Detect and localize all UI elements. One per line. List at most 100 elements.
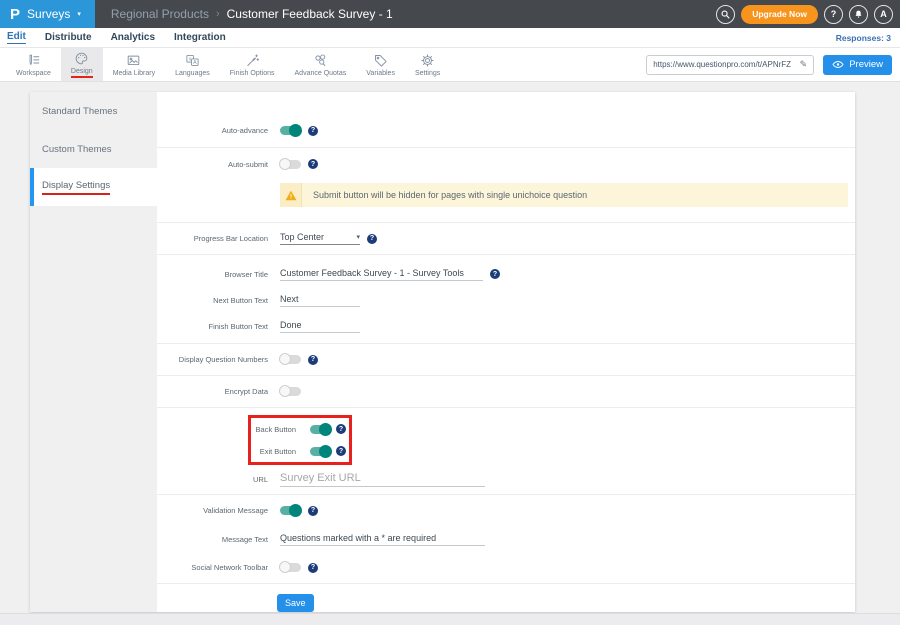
- tab-variables[interactable]: Variables: [356, 48, 405, 81]
- help-icon[interactable]: ?: [308, 355, 318, 365]
- social-network-toolbar-row: Social Network Toolbar ?: [157, 552, 855, 583]
- media-library-icon: [126, 53, 141, 68]
- tab-languages[interactable]: xA Languages: [165, 48, 220, 81]
- browser-title-input[interactable]: [280, 268, 483, 281]
- advance-quotas-icon: [313, 53, 328, 68]
- help-icon[interactable]: ?: [490, 269, 500, 279]
- help-icon[interactable]: ?: [367, 234, 377, 244]
- surveys-menu[interactable]: P Surveys ▾: [0, 0, 95, 28]
- help-icon[interactable]: ?: [308, 563, 318, 573]
- help-menu-button[interactable]: ?: [824, 5, 843, 24]
- preview-button[interactable]: Preview: [823, 55, 892, 75]
- sidebar-item-display-settings[interactable]: Display Settings: [30, 168, 157, 206]
- help-icon[interactable]: ?: [308, 159, 318, 169]
- finish-button-text-label: Finish Button Text: [157, 322, 268, 331]
- social-network-toolbar-label: Social Network Toolbar: [157, 563, 268, 572]
- exit-button-toggle[interactable]: [310, 447, 331, 456]
- top-bar: P Surveys ▾ Regional Products › Customer…: [0, 0, 900, 28]
- exit-url-input[interactable]: [280, 472, 485, 487]
- encrypt-data-row: Encrypt Data: [157, 376, 855, 407]
- sidebar-item-standard-themes[interactable]: Standard Themes: [30, 92, 157, 130]
- help-icon[interactable]: ?: [308, 126, 318, 136]
- settings-icon: [420, 53, 435, 68]
- toggle-knob: [319, 423, 332, 436]
- next-button-text-input[interactable]: [280, 294, 360, 307]
- bell-icon: [853, 9, 864, 20]
- back-button-toggle[interactable]: [310, 425, 331, 434]
- tab-design[interactable]: Design: [61, 48, 103, 81]
- search-icon: [720, 9, 731, 20]
- message-text-input[interactable]: [280, 533, 485, 546]
- help-icon[interactable]: ?: [336, 446, 346, 456]
- eye-icon: [832, 60, 844, 69]
- toggle-knob: [279, 353, 291, 365]
- back-button-label: Back Button: [251, 425, 296, 434]
- survey-url[interactable]: https://www.questionpro.com/t/APNrFZ: [653, 60, 794, 69]
- edit-url-icon[interactable]: ✎: [800, 59, 808, 70]
- tab-analytics[interactable]: Analytics: [111, 32, 155, 43]
- finish-button-text-row: Finish Button Text: [157, 313, 855, 339]
- sidebar-item-custom-themes[interactable]: Custom Themes: [30, 130, 157, 168]
- tab-workspace[interactable]: Workspace: [6, 48, 61, 81]
- message-text-label: Message Text: [157, 535, 268, 544]
- message-text-row: Message Text: [157, 526, 855, 552]
- design-icon: [74, 51, 89, 66]
- tab-edit[interactable]: Edit: [7, 31, 26, 44]
- save-button[interactable]: Save: [277, 594, 314, 612]
- browser-title-label: Browser Title: [157, 270, 268, 279]
- avatar[interactable]: A: [874, 5, 893, 24]
- chevron-down-icon: ▾: [356, 233, 360, 241]
- highlight-box: Back Button ? Exit Button ?: [248, 415, 352, 465]
- auto-advance-toggle[interactable]: [280, 126, 301, 135]
- design-settings-card: Standard Themes Custom Themes Display Se…: [30, 92, 855, 612]
- toggle-knob: [319, 445, 332, 458]
- toggle-knob: [289, 124, 302, 137]
- edit-toolbar: Workspace Design Media Library xA Langua…: [0, 48, 900, 82]
- toggle-knob: [289, 504, 302, 517]
- workspace-icon: [26, 53, 41, 68]
- next-button-text-row: Next Button Text: [157, 287, 855, 313]
- breadcrumb: Regional Products › Customer Feedback Su…: [111, 7, 393, 21]
- chevron-down-icon: ▾: [77, 10, 81, 18]
- progress-bar-location-label: Progress Bar Location: [157, 234, 268, 243]
- social-network-toolbar-toggle[interactable]: [280, 563, 301, 572]
- breadcrumb-current: Customer Feedback Survey - 1: [227, 7, 393, 21]
- tab-settings[interactable]: Settings: [405, 48, 450, 81]
- auto-submit-toggle[interactable]: [280, 160, 301, 169]
- auto-advance-row: Auto-advance ?: [157, 114, 855, 147]
- search-button[interactable]: [716, 5, 735, 24]
- help-icon[interactable]: ?: [308, 506, 318, 516]
- auto-submit-row: Auto-submit ?: [157, 148, 855, 180]
- toggle-knob: [279, 158, 291, 170]
- responses-count[interactable]: Responses: 3: [836, 33, 893, 43]
- tab-media-library[interactable]: Media Library: [103, 48, 165, 81]
- help-icon[interactable]: ?: [336, 424, 346, 434]
- auto-advance-label: Auto-advance: [157, 126, 268, 135]
- tab-advance-quotas[interactable]: Advance Quotas: [285, 48, 357, 81]
- validation-message-label: Validation Message: [157, 506, 268, 515]
- toggle-knob: [279, 385, 291, 397]
- browser-title-row: Browser Title ?: [157, 261, 855, 287]
- finish-button-text-input[interactable]: [280, 320, 360, 333]
- toggle-knob: [279, 561, 291, 573]
- validation-message-row: Validation Message ?: [157, 495, 855, 526]
- encrypt-data-toggle[interactable]: [280, 387, 301, 396]
- progress-bar-location-select[interactable]: Top Center ▾: [280, 232, 360, 245]
- survey-url-box[interactable]: https://www.questionpro.com/t/APNrFZ ✎: [646, 55, 814, 75]
- notifications-button[interactable]: [849, 5, 868, 24]
- tab-finish-options[interactable]: Finish Options: [220, 48, 285, 81]
- variables-icon: [373, 53, 388, 68]
- breadcrumb-parent[interactable]: Regional Products: [111, 7, 209, 21]
- display-question-numbers-label: Display Question Numbers: [157, 355, 268, 364]
- next-button-text-label: Next Button Text: [157, 296, 268, 305]
- tab-integration[interactable]: Integration: [174, 32, 226, 43]
- back-button-row: Back Button ?: [251, 418, 349, 440]
- tab-distribute[interactable]: Distribute: [45, 32, 92, 43]
- auto-submit-warning: ! Submit button will be hidden for pages…: [280, 183, 848, 207]
- upgrade-now-button[interactable]: Upgrade Now: [741, 5, 818, 24]
- warning-text: Submit button will be hidden for pages w…: [313, 190, 587, 200]
- display-question-numbers-toggle[interactable]: [280, 355, 301, 364]
- display-question-numbers-row: Display Question Numbers ?: [157, 344, 855, 375]
- exit-url-label: URL: [157, 475, 268, 484]
- validation-message-toggle[interactable]: [280, 506, 301, 515]
